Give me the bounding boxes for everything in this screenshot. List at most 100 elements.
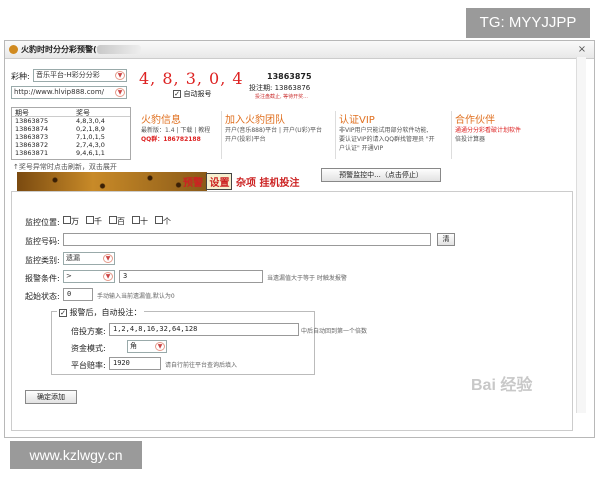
type-label: 监控类别: (25, 256, 60, 265)
number-label: 监控号码: (25, 237, 60, 246)
list-item[interactable]: 13863872 2,7,4,3,0 (12, 141, 130, 149)
url-select-value: http://www.hlvip888.com/ (14, 88, 105, 96)
info-panel-title: 火豹信息 (141, 115, 181, 126)
info-panel-huobao: 火豹信息 最新版：1.4 | 下载 | 教程 QQ群：186782188 (141, 111, 210, 144)
tab-misc[interactable]: 杂项 (236, 178, 256, 189)
tab-settings[interactable]: 设置 (206, 173, 233, 190)
monitor-number-input[interactable] (63, 233, 431, 246)
checkbox-icon (132, 216, 140, 224)
tab-warning[interactable]: 预警 (183, 178, 203, 189)
list-item-period: 13863872 (15, 141, 49, 149)
refresh-hint[interactable]: ↑奖号异常时点击刷新，双击展开 (13, 162, 117, 172)
url-select[interactable]: http://www.hlvip888.com/ ▼ (11, 86, 127, 99)
chevron-down-icon: ▼ (103, 272, 113, 281)
list-item-number: 7,1,0,1,5 (76, 133, 105, 141)
auto-report-checkbox[interactable]: 自动报号 (173, 89, 212, 99)
info-panel-line: 要认证VIP的请入QQ群找管理员 "开 (339, 136, 435, 143)
odds-input[interactable]: 1920 (109, 357, 161, 370)
watermark-tg-label: TG: MYYJJPP (466, 8, 590, 38)
start-state-hint: 手动输入当前遗漏值,默认为0 (97, 293, 175, 300)
monitor-stop-button[interactable]: 预警监控中...（点击停止） (321, 168, 441, 182)
fund-mode-value: 角 (130, 342, 137, 350)
list-item[interactable]: 13863871 9,4,6,1,1 (12, 149, 130, 157)
position-label: 监控位置: (25, 218, 60, 227)
history-list[interactable]: 期号 奖号 13863875 4,8,3,0,4 13863874 0,2,1,8,… (11, 107, 131, 160)
qq-group: QQ群：186782188 (141, 136, 201, 143)
open-account-links[interactable]: 开户(音乐888)平台 | 开户(U彩)平台 (225, 126, 322, 135)
divider (335, 111, 336, 159)
confirm-add-button[interactable]: 确定添加 (25, 390, 77, 404)
list-item-period: 13863875 (15, 117, 49, 125)
condition-operator-select[interactable]: > ▼ (63, 270, 115, 283)
chevron-down-icon: ▼ (103, 254, 113, 263)
checkbox-icon (109, 216, 117, 224)
lottery-select-value: 音乐平台-H彩分分彩 (36, 71, 100, 79)
blurred-title-area (97, 45, 141, 54)
period-column-header: 期号 (15, 109, 29, 117)
next-period-row: 投注期: 13863876 (249, 83, 310, 93)
lottery-select[interactable]: 音乐平台-H彩分分彩 ▼ (33, 69, 127, 82)
list-item-period: 13863871 (15, 149, 49, 157)
position-shi[interactable]: 十 (132, 216, 148, 227)
plan-input[interactable]: 1,2,4,8,16,32,64,128 (109, 323, 299, 336)
position-shi-label: 十 (140, 217, 148, 226)
leopard-pattern (17, 172, 207, 192)
list-item[interactable]: 13863873 7,1,0,1,5 (12, 133, 130, 141)
next-period-label: 投注期: (249, 84, 273, 92)
type-select[interactable]: 遗漏 ▼ (63, 252, 115, 265)
vertical-scrollbar[interactable] (576, 57, 586, 413)
next-period-value: 13863876 (274, 84, 311, 92)
info-panel-vip: 认证VIP 非VIP用户只能试用部分软件功能, 要认证VIP的请入QQ群找管理员… (339, 111, 435, 153)
position-qian[interactable]: 千 (86, 216, 102, 227)
title-bar: 火豹时时分分彩预警(v1.5) × (5, 41, 594, 59)
position-bai-label: 百 (117, 217, 125, 226)
position-bai[interactable]: 百 (109, 216, 125, 227)
auto-report-label: 自动报号 (183, 90, 212, 98)
position-wan-label: 万 (71, 217, 79, 226)
clear-button[interactable]: 清 (437, 233, 455, 246)
app-logo-icon (9, 45, 18, 54)
list-item-number: 0,2,1,8,9 (76, 125, 105, 133)
list-item-number: 9,4,6,1,1 (76, 149, 105, 157)
draw-status: 投注盘截止, 等待开奖... (255, 94, 308, 100)
app-window: 火豹时时分分彩预警(v1.5) × 彩种: 音乐平台-H彩分分彩 ▼ http:… (4, 40, 595, 438)
latest-draw-numbers: 4, 8, 3, 0, 4 (139, 69, 244, 88)
chevron-down-icon: ▼ (115, 71, 125, 80)
divider (451, 111, 452, 159)
calculator-link[interactable]: 倍投计算器 (455, 135, 521, 144)
plan-hint: 中后自动回到第一个倍数 (301, 328, 368, 335)
info-panel-line[interactable]: 最新版：1.4 | 下载 | 教程 (141, 126, 210, 135)
checkbox-checked-icon (59, 309, 67, 317)
list-item[interactable]: 13863875 4,8,3,0,4 (12, 117, 130, 125)
odds-hint: 请自行前往平台查询后填入 (165, 362, 238, 369)
info-panel-line: 非VIP用户只能试用部分软件功能, (339, 127, 429, 134)
info-panel-title: 合作伙伴 (455, 115, 495, 126)
close-button[interactable]: × (573, 43, 591, 57)
baidu-watermark: Bai 经验 (471, 377, 533, 394)
condition-hint: 当遗漏值大于等于 时触发报警 (267, 275, 347, 282)
info-panel-team: 加入火豹团队 开户(音乐888)平台 | 开户(U彩)平台 开户(投彩)平台 (225, 111, 322, 144)
tab-bar: 预警 设置 杂项 挂机投注 (183, 173, 299, 190)
condition-value-input[interactable]: 3 (119, 270, 263, 283)
fund-mode-select[interactable]: 角 ▼ (127, 340, 167, 353)
lottery-label: 彩种: (11, 72, 30, 81)
position-checkboxes: 万 千 百 十 个 (63, 216, 171, 227)
watermark-site-label: www.kzlwgy.cn (10, 441, 142, 469)
tab-auto-bet[interactable]: 挂机投注 (259, 178, 299, 189)
partner-link[interactable]: 通通分分彩看破计划软件 (455, 126, 521, 135)
position-ge[interactable]: 个 (155, 216, 171, 227)
position-qian-label: 千 (94, 217, 102, 226)
list-item-period: 13863873 (15, 133, 49, 141)
type-select-value: 遗漏 (66, 254, 80, 262)
checkbox-checked-icon (173, 90, 181, 98)
auto-bet-checkbox[interactable]: 报警后，自动投注： (57, 307, 144, 318)
divider (221, 111, 222, 159)
start-state-input[interactable]: 0 (63, 288, 93, 301)
plan-label: 倍投方案: (71, 327, 106, 336)
info-panel-title: 加入火豹团队 (225, 115, 285, 126)
current-period: 13863875 (267, 72, 312, 81)
fund-mode-label: 资金模式: (71, 344, 106, 353)
open-account-links[interactable]: 开户(投彩)平台 (225, 135, 322, 144)
list-item[interactable]: 13863874 0,2,1,8,9 (12, 125, 130, 133)
position-wan[interactable]: 万 (63, 216, 79, 227)
